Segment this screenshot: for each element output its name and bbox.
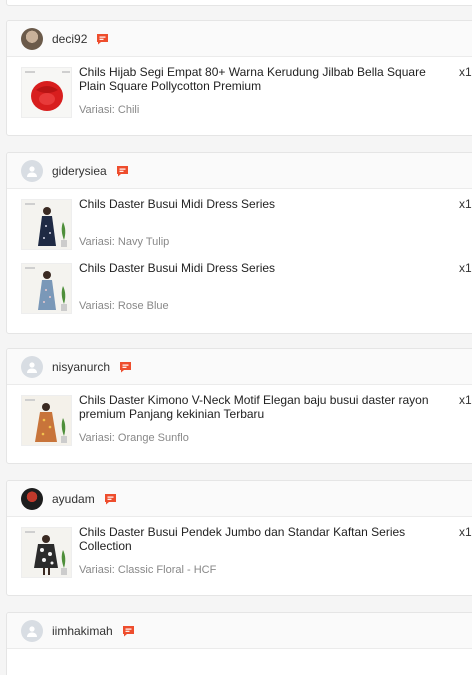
order-card: deci92 Chils Hijab Segi Empat 80+ Warna … bbox=[6, 20, 472, 136]
order-card-partial-top bbox=[6, 0, 472, 6]
product-variant: Variasi: Rose Blue bbox=[79, 300, 169, 312]
user-avatar[interactable] bbox=[21, 487, 43, 510]
product-thumbnail[interactable] bbox=[21, 395, 72, 446]
product-variant: Variasi: Classic Floral - HCF bbox=[79, 564, 217, 576]
order-item[interactable]: Chils Daster Kimono V-Neck Motif Elegan … bbox=[7, 385, 472, 449]
order-card: nisyanurch Chils Daster Kimono V-Neck Mo… bbox=[6, 348, 472, 464]
product-thumbnail[interactable] bbox=[21, 67, 72, 118]
order-card-header: nisyanurch bbox=[7, 349, 472, 385]
product-variant: Variasi: Navy Tulip bbox=[79, 236, 170, 248]
order-item[interactable]: Chils Daster Busui Midi Dress Series Var… bbox=[7, 253, 472, 317]
product-thumbnail[interactable] bbox=[21, 527, 72, 578]
product-quantity: x1 bbox=[459, 65, 472, 79]
product-title[interactable]: Chils Daster Kimono V-Neck Motif Elegan … bbox=[79, 393, 455, 421]
product-thumbnail[interactable] bbox=[21, 199, 72, 250]
order-item[interactable]: Chils Daster Busui Midi Dress Series Var… bbox=[7, 189, 472, 253]
buyer-username[interactable]: nisyanurch bbox=[52, 360, 110, 374]
default-avatar-icon[interactable] bbox=[21, 619, 43, 642]
product-variant: Variasi: Orange Sunflo bbox=[79, 432, 189, 444]
product-title[interactable]: Chils Daster Busui Midi Dress Series bbox=[79, 261, 455, 275]
default-avatar-icon[interactable] bbox=[21, 355, 43, 378]
order-item[interactable]: Chils Daster Busui Pendek Jumbo dan Stan… bbox=[7, 517, 472, 581]
product-quantity: x1 bbox=[459, 525, 472, 539]
order-card: giderysiea Chils Daster Busui Midi Dress… bbox=[6, 152, 472, 334]
product-title[interactable]: Chils Hijab Segi Empat 80+ Warna Kerudun… bbox=[79, 65, 455, 93]
order-card-header: giderysiea bbox=[7, 153, 472, 189]
product-title[interactable]: Chils Daster Busui Pendek Jumbo dan Stan… bbox=[79, 525, 455, 553]
order-card: ayudam Chils Daster Busui Pendek Jumbo d… bbox=[6, 480, 472, 596]
user-avatar[interactable] bbox=[21, 27, 43, 50]
product-quantity: x1 bbox=[459, 197, 472, 211]
buyer-username[interactable]: ayudam bbox=[52, 492, 95, 506]
product-thumbnail[interactable] bbox=[21, 263, 72, 314]
order-card: iimhakimah bbox=[6, 612, 472, 675]
product-quantity: x1 bbox=[459, 393, 472, 407]
chat-icon[interactable] bbox=[122, 625, 135, 637]
order-card-header: deci92 bbox=[7, 21, 472, 57]
product-quantity: x1 bbox=[459, 261, 472, 275]
chat-icon[interactable] bbox=[116, 165, 129, 177]
buyer-username[interactable]: deci92 bbox=[52, 32, 87, 46]
order-item[interactable]: Chils Hijab Segi Empat 80+ Warna Kerudun… bbox=[7, 57, 472, 121]
product-title[interactable]: Chils Daster Busui Midi Dress Series bbox=[79, 197, 455, 211]
default-avatar-icon[interactable] bbox=[21, 159, 43, 182]
chat-icon[interactable] bbox=[96, 33, 109, 45]
chat-icon[interactable] bbox=[104, 493, 117, 505]
order-card-header: ayudam bbox=[7, 481, 472, 517]
chat-icon[interactable] bbox=[119, 361, 132, 373]
order-card-header: iimhakimah bbox=[7, 613, 472, 649]
buyer-username[interactable]: iimhakimah bbox=[52, 624, 113, 638]
buyer-username[interactable]: giderysiea bbox=[52, 164, 107, 178]
product-variant: Variasi: Chili bbox=[79, 104, 140, 116]
